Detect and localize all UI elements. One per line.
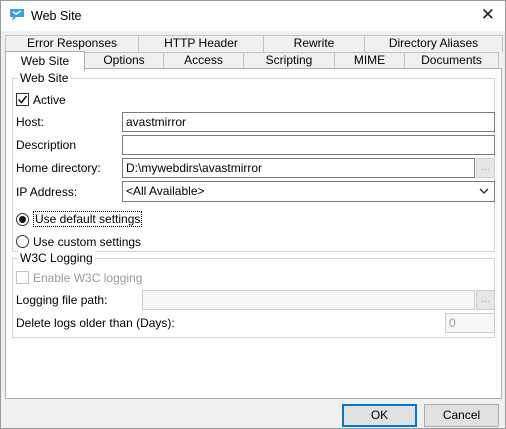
logging-file-path-input[interactable] bbox=[142, 290, 475, 310]
tab-directory-aliases[interactable]: Directory Aliases bbox=[364, 35, 503, 52]
w3c-logging-group-title: W3C Logging bbox=[18, 251, 95, 265]
cancel-button[interactable]: Cancel bbox=[424, 404, 499, 427]
ip-address-select[interactable]: <All Available> bbox=[122, 181, 495, 202]
use-default-settings-radio[interactable] bbox=[16, 213, 29, 226]
home-directory-browse-button[interactable]: ... bbox=[476, 158, 495, 178]
description-input[interactable] bbox=[122, 135, 495, 155]
tab-error-responses[interactable]: Error Responses bbox=[5, 35, 139, 52]
tab-access[interactable]: Access bbox=[163, 52, 244, 69]
tab-web-site[interactable]: Web Site bbox=[5, 51, 85, 71]
active-checkbox[interactable] bbox=[16, 93, 29, 106]
title-bar: Web Site ✕ bbox=[1, 1, 505, 31]
logging-file-path-label: Logging file path: bbox=[16, 293, 108, 307]
delete-logs-label: Delete logs older than (Days): bbox=[16, 316, 175, 330]
tab-panel: Web Site Active Host: avastmirror Descri… bbox=[5, 68, 502, 399]
tab-http-header[interactable]: HTTP Header bbox=[138, 35, 264, 52]
close-icon[interactable]: ✕ bbox=[481, 6, 495, 23]
description-label: Description bbox=[16, 138, 77, 152]
home-directory-input[interactable]: D:\mywebdirs\avastmirror bbox=[122, 158, 475, 178]
enable-w3c-logging-label: Enable W3C logging bbox=[33, 271, 143, 285]
app-icon bbox=[10, 9, 24, 21]
w3c-logging-group: W3C Logging Enable W3C logging Logging f… bbox=[12, 251, 495, 338]
active-label: Active bbox=[33, 93, 66, 107]
logging-file-path-browse-button[interactable]: ... bbox=[476, 290, 495, 310]
ok-button[interactable]: OK bbox=[342, 404, 417, 427]
checkmark-icon bbox=[17, 95, 28, 104]
host-input[interactable]: avastmirror bbox=[122, 112, 495, 132]
tab-options[interactable]: Options bbox=[84, 52, 164, 69]
ip-address-value: <All Available> bbox=[126, 184, 205, 198]
tab-row-front: Web Site Options Access Scripting MIME D… bbox=[5, 51, 499, 71]
use-custom-settings-radio[interactable] bbox=[16, 235, 29, 248]
delete-logs-days-input[interactable]: 0 bbox=[445, 313, 495, 333]
web-site-group-title: Web Site bbox=[18, 71, 71, 85]
host-label: Host: bbox=[16, 115, 45, 129]
tab-rewrite[interactable]: Rewrite bbox=[263, 35, 365, 52]
chevron-down-icon bbox=[479, 188, 489, 194]
use-default-settings-label: Use default settings bbox=[33, 211, 143, 227]
web-site-group: Web Site Active Host: avastmirror Descri… bbox=[12, 71, 495, 252]
use-custom-settings-label: Use custom settings bbox=[33, 235, 142, 249]
tab-row-back: Error Responses HTTP Header Rewrite Dire… bbox=[5, 35, 503, 52]
ip-address-label: IP Address: bbox=[16, 185, 78, 199]
web-site-dialog: Web Site ✕ Error Responses HTTP Header R… bbox=[0, 0, 506, 429]
window-title: Web Site bbox=[31, 9, 82, 23]
enable-w3c-logging-checkbox[interactable] bbox=[16, 271, 29, 284]
home-directory-label: Home directory: bbox=[16, 161, 101, 175]
tab-mime[interactable]: MIME bbox=[334, 52, 405, 69]
tab-scripting[interactable]: Scripting bbox=[243, 52, 335, 69]
tab-documents[interactable]: Documents bbox=[404, 52, 499, 69]
radio-selected-dot bbox=[19, 216, 26, 223]
